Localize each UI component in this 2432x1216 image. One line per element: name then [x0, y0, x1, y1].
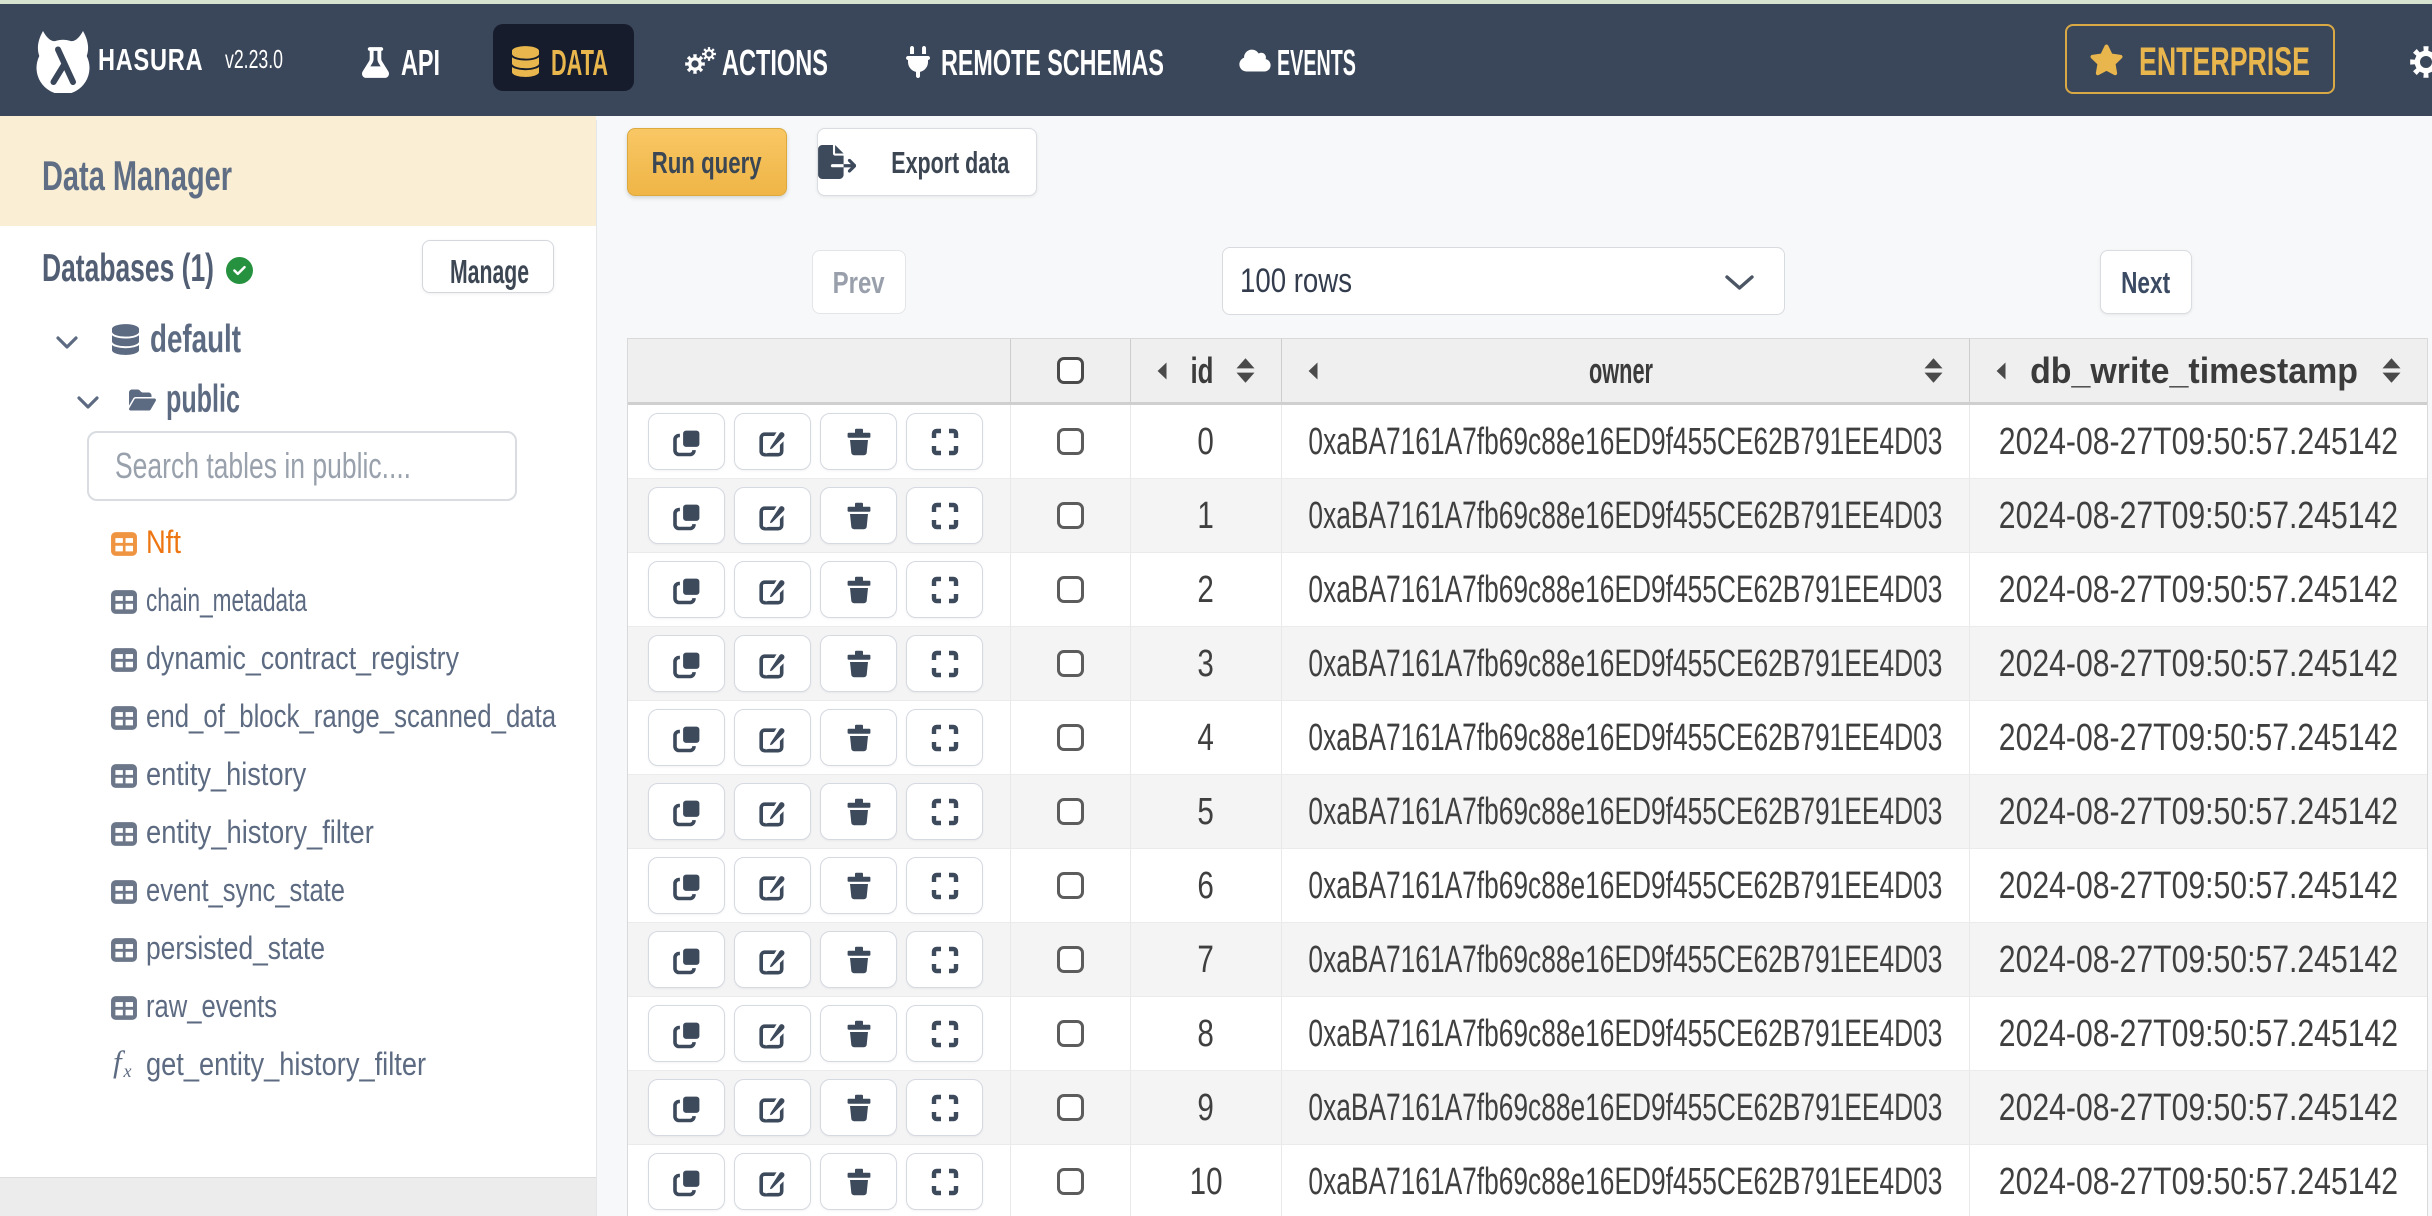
svg-text:x: x	[123, 1061, 132, 1080]
